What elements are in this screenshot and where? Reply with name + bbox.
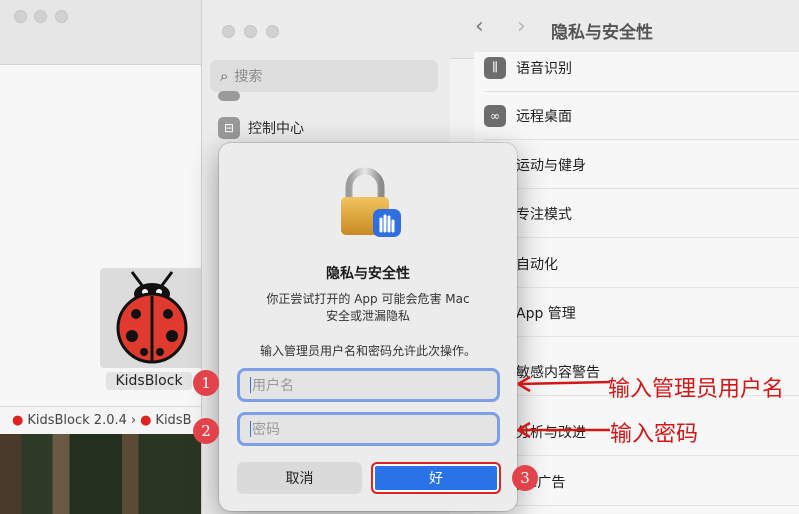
ladybug-icon: ● (140, 413, 152, 428)
minimize-window-button[interactable] (244, 25, 257, 38)
step-badge-2: 2 (193, 418, 219, 444)
password-placeholder: 密码 (252, 422, 280, 438)
password-field[interactable]: 密码 (237, 412, 500, 446)
search-field[interactable]: ⌕ 搜索 (210, 60, 438, 92)
zoom-window-button[interactable] (266, 25, 279, 38)
sidebar-icon (218, 91, 240, 101)
list-item-automation[interactable]: ⚙ 自动化 (484, 240, 799, 288)
forward-button[interactable]: › (517, 14, 526, 39)
sidebar-item-partial[interactable] (218, 90, 240, 116)
waveform-icon: ⫼ (484, 56, 506, 79)
sidebar-item-control-center[interactable]: ⊟ 控制中心 (218, 115, 304, 141)
dialog-message: 你正尝试打开的 App 可能会危害 Mac 安全或泄漏隐私 (229, 291, 507, 325)
list-item-fitness[interactable]: ♥ 运动与健身 (484, 141, 799, 189)
control-center-icon: ⊟ (218, 117, 240, 139)
annotation-password: 输入密码 (610, 422, 699, 447)
username-placeholder: 用户名 (252, 378, 294, 394)
list-item-speech-recognition[interactable]: ⫼ 语音识别 (484, 44, 799, 92)
binoculars-icon: ∞ (484, 104, 506, 127)
search-icon: ⌕ (220, 67, 229, 85)
username-field[interactable]: 用户名 (237, 368, 500, 402)
row-label: App 管理 (516, 305, 576, 322)
search-placeholder: 搜索 (234, 69, 263, 85)
back-button[interactable]: ‹ (475, 14, 484, 39)
row-label: 运动与健身 (516, 157, 586, 174)
list-item-app-management[interactable]: A App 管理 (484, 289, 799, 337)
path-separator: › (130, 413, 137, 428)
finder-titlebar (0, 0, 210, 65)
page-title: 隐私与安全性 (551, 23, 653, 43)
lock-icon (341, 167, 401, 237)
step-badge-3: 3 (512, 465, 538, 491)
path-item-kidsblock-folder[interactable]: KidsBlock 2.0.4 (27, 413, 127, 428)
text-caret (250, 377, 251, 393)
ladybug-icon: ● (12, 413, 24, 428)
text-caret (250, 421, 251, 437)
list-item-focus[interactable]: ☾ 专注模式 (484, 190, 799, 238)
path-item-kidsblock-app[interactable]: KidsB (155, 413, 191, 428)
sidebar-item-label: 控制中心 (248, 121, 304, 137)
close-window-button[interactable] (222, 25, 235, 38)
row-label: 自动化 (516, 256, 558, 273)
path-bar: ● KidsBlock 2.0.4 › ● KidsB (0, 406, 210, 434)
row-label: 远程桌面 (516, 108, 572, 125)
zoom-window-button[interactable] (55, 10, 68, 23)
app-name-label: KidsBlock (106, 372, 192, 390)
ladybug-icon (116, 271, 188, 364)
minimize-window-button[interactable] (34, 10, 47, 23)
row-label: 专注模式 (516, 206, 572, 223)
dialog-message-line: 你正尝试打开的 App 可能会危害 Mac (266, 292, 470, 306)
annotation-arrows (517, 375, 611, 439)
step-badge-1: 1 (193, 370, 219, 396)
kidsblock-app-tile[interactable] (100, 268, 204, 368)
close-window-button[interactable] (14, 10, 27, 23)
dialog-title: 隐私与安全性 (326, 266, 410, 282)
dialog-message-line: 安全或泄漏隐私 (325, 309, 410, 323)
row-label: 语音识别 (516, 60, 572, 77)
annotation-username: 输入管理员用户名 (608, 377, 785, 402)
desktop-wallpaper (0, 434, 210, 514)
dialog-prompt: 输入管理员用户名和密码允许此次操作。 (259, 344, 476, 358)
cancel-button[interactable]: 取消 (237, 462, 362, 494)
list-item-remote-desktop[interactable]: ∞ 远程桌面 (484, 92, 799, 140)
ok-button[interactable]: 好 (371, 462, 501, 494)
